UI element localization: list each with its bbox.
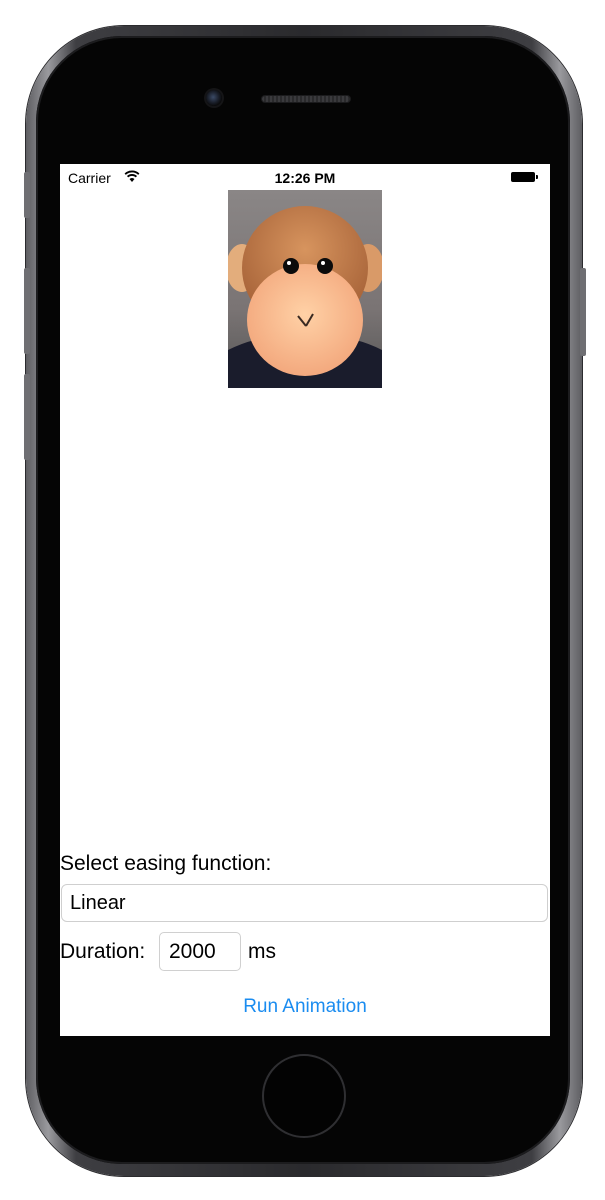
monkey-plush-photo — [228, 190, 382, 388]
status-bar: Carrier 12:26 PM — [60, 164, 550, 192]
earpiece-speaker — [262, 96, 350, 102]
monkey-image — [228, 190, 382, 388]
power-button — [580, 268, 586, 356]
duration-label: Duration: — [60, 940, 146, 963]
volume-up-button — [24, 268, 30, 354]
duration-input[interactable] — [159, 932, 241, 971]
front-camera-icon — [206, 90, 222, 106]
clock: 12:26 PM — [274, 170, 336, 186]
volume-down-button — [24, 374, 30, 460]
easing-selected-value: Linear — [70, 892, 126, 914]
mute-switch — [24, 172, 30, 218]
home-button[interactable] — [262, 1054, 346, 1138]
duration-unit: ms — [248, 940, 276, 963]
run-animation-button[interactable]: Run Animation — [60, 996, 550, 1018]
easing-label: Select easing function: — [60, 852, 272, 875]
app-screen: Carrier 12:26 PM Select easing function:… — [60, 164, 550, 1036]
battery-full-icon — [511, 172, 538, 182]
easing-select[interactable]: Linear — [61, 884, 548, 922]
